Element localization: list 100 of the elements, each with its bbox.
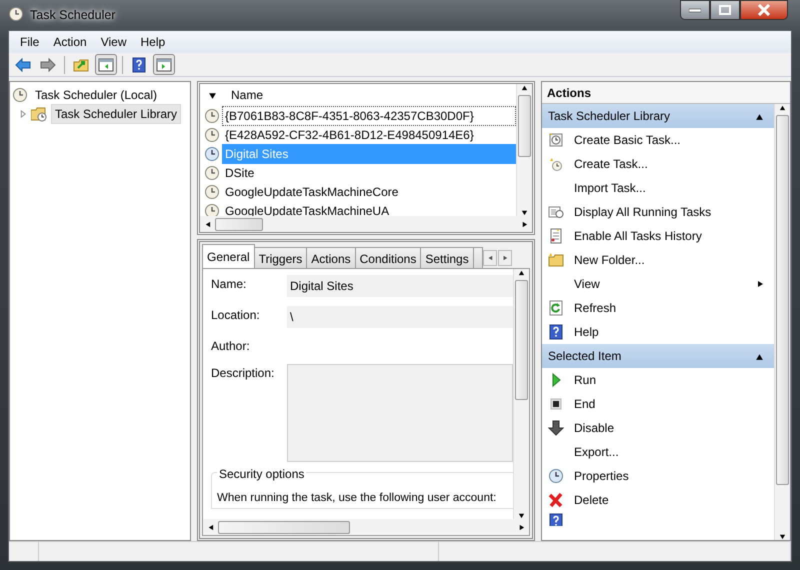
window-title: Task Scheduler <box>30 6 116 24</box>
scroll-right-icon <box>502 255 508 261</box>
clock-icon <box>204 126 220 142</box>
field-label: Name: <box>210 276 248 293</box>
action-link[interactable]: Import Task... <box>574 179 646 197</box>
scroll-down-icon <box>779 533 786 540</box>
action-link[interactable]: New Folder... <box>574 251 645 269</box>
clock-icon <box>204 146 220 162</box>
task-row[interactable]: {E428A592-CF32-4B61-8D12-E498450914E6} <box>222 124 516 144</box>
menu-item[interactable]: View <box>94 33 134 51</box>
tab[interactable]: Settings <box>420 247 474 268</box>
refresh-icon <box>548 300 564 316</box>
collapse-arrow-icon <box>755 112 764 120</box>
tab[interactable]: Conditions <box>354 247 422 268</box>
minimize-icon <box>689 8 701 12</box>
scroll-right-icon <box>521 220 528 228</box>
action-link[interactable]: Help <box>574 323 599 341</box>
pane-heading: Actions <box>542 82 790 104</box>
scroll-thumb[interactable] <box>515 280 528 400</box>
tab[interactable]: Actions <box>306 247 356 268</box>
create-basic-task-icon <box>548 132 564 148</box>
scroll-thumb[interactable] <box>776 115 789 485</box>
maximize-button[interactable] <box>710 0 740 20</box>
close-button[interactable] <box>740 0 788 20</box>
scroll-thumb[interactable] <box>218 520 350 534</box>
action-link[interactable]: Create Task... <box>574 155 648 173</box>
action-link[interactable]: Run <box>574 371 596 389</box>
help-icon <box>548 513 564 526</box>
action-link[interactable]: View <box>574 275 600 293</box>
scroll-thumb[interactable] <box>215 218 263 231</box>
help-icon <box>548 324 564 340</box>
down-arrow-icon <box>548 420 564 436</box>
running-tasks-icon <box>548 204 564 220</box>
action-link[interactable]: Display All Running Tasks <box>574 203 712 221</box>
description-field[interactable] <box>287 364 513 462</box>
task-row[interactable]: GoogleUpdateTaskMachineCore <box>222 182 516 202</box>
vertical-scrollbar[interactable] <box>516 84 532 216</box>
pane-toggle-button[interactable] <box>153 54 175 75</box>
close-icon <box>757 4 771 16</box>
action-link[interactable]: Properties <box>574 467 629 485</box>
folder-clock-icon <box>31 106 47 122</box>
task-row[interactable]: DSite <box>222 162 516 182</box>
action-link[interactable]: Disable <box>574 419 614 437</box>
field-label: Description: <box>210 365 276 382</box>
text-field[interactable]: Digital Sites <box>287 275 513 297</box>
text-field[interactable]: \ <box>287 306 513 328</box>
task-row[interactable]: GoogleUpdateTaskMachineUA <box>222 200 516 220</box>
field-label: Location: <box>210 307 261 324</box>
action-link[interactable]: Enable All Tasks History <box>574 227 702 245</box>
column-header[interactable]: Name <box>231 86 264 104</box>
pane-toggle-button[interactable] <box>95 54 117 75</box>
tree-item[interactable]: Task Scheduler Library <box>51 104 182 124</box>
action-link[interactable]: Create Basic Task... <box>574 131 680 149</box>
clock-icon <box>12 86 28 102</box>
section-title: Task Scheduler Library <box>548 108 670 125</box>
horizontal-scrollbar[interactable] <box>200 216 532 232</box>
action-link[interactable]: Refresh <box>574 299 616 317</box>
collapse-arrow-icon <box>755 352 764 360</box>
sort-arrow-icon <box>208 90 217 100</box>
new-folder-icon <box>548 252 564 268</box>
vertical-scrollbar[interactable] <box>774 104 790 540</box>
scroll-left-icon <box>207 524 214 530</box>
menu-item[interactable]: Action <box>46 33 94 51</box>
maximize-icon <box>719 5 731 15</box>
horizontal-scrollbar[interactable] <box>203 519 529 535</box>
tab[interactable]: General <box>202 244 255 268</box>
action-link[interactable]: End <box>574 395 596 413</box>
task-row[interactable]: {B7061B83-8C8F-4351-8063-42357CB30D0F} <box>222 106 516 126</box>
create-task-icon <box>548 156 564 172</box>
expand-arrow-icon[interactable] <box>20 110 27 118</box>
clock-icon <box>204 108 220 124</box>
scroll-down-icon <box>521 209 528 216</box>
menu-item[interactable]: Help <box>134 33 172 51</box>
clock-icon <box>548 468 564 484</box>
scroll-left-icon <box>486 255 493 261</box>
stop-icon <box>548 396 564 412</box>
clock-icon <box>204 202 220 218</box>
field-label: Author: <box>210 338 251 355</box>
scroll-right-icon <box>518 524 525 530</box>
tree-item[interactable]: Task Scheduler (Local) <box>32 86 160 104</box>
section-title: Selected Item <box>548 348 622 365</box>
clock-icon <box>204 184 220 200</box>
action-link[interactable]: Export... <box>574 443 619 461</box>
minimize-button[interactable] <box>680 0 710 20</box>
scroll-thumb[interactable] <box>518 95 531 157</box>
action-link[interactable]: Delete <box>574 491 609 509</box>
menu-item[interactable]: File <box>13 33 46 51</box>
group-title: Security options <box>217 467 306 481</box>
security-text: When running the task, use the following user account: <box>217 491 498 506</box>
delete-icon <box>548 492 564 508</box>
scroll-up-icon <box>521 84 528 91</box>
clock-icon <box>204 164 220 180</box>
tab-scroll-button[interactable] <box>482 250 497 266</box>
tab-scroll-button[interactable] <box>498 250 512 266</box>
scroll-left-icon <box>204 220 211 228</box>
history-icon <box>548 228 564 244</box>
clock-icon <box>8 6 24 22</box>
vertical-scrollbar[interactable] <box>513 269 529 519</box>
scroll-up-icon <box>518 269 525 276</box>
tab[interactable]: Triggers <box>254 247 308 268</box>
